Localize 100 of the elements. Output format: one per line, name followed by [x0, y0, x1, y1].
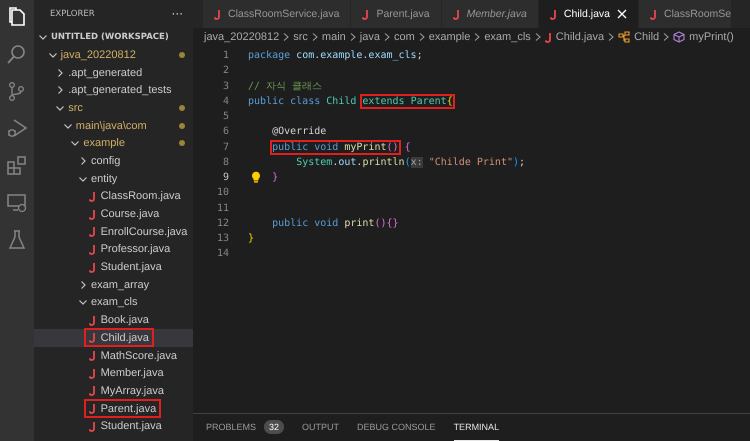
breadcrumb-item[interactable]: Child.java [544, 31, 604, 43]
folder-name: example [83, 137, 125, 150]
java-file-icon [650, 8, 658, 20]
line-number: 12 [216, 218, 229, 229]
chevron-icon [348, 32, 357, 42]
line-number: 9 [222, 172, 229, 184]
java-file-icon [88, 314, 96, 326]
breadcrumb-item[interactable]: example [428, 31, 470, 43]
code-text: // 자식 클래스 [248, 80, 322, 94]
breadcrumb-item[interactable]: main [322, 31, 346, 43]
java-file-icon [88, 385, 96, 396]
tree-item[interactable]: example [34, 134, 193, 152]
lightbulb-icon[interactable] [251, 171, 261, 183]
file-name: Parent.java [100, 402, 156, 415]
chevron-icon[interactable] [55, 85, 66, 96]
line-number: 5 [222, 111, 229, 122]
file-name: Professor.java [100, 243, 170, 256]
editor-tab[interactable]: Parent.java [351, 0, 442, 28]
tree-item[interactable]: .apt_generated_tests [34, 81, 193, 100]
code-text: @Override [272, 126, 326, 138]
breadcrumb-item[interactable]: com [394, 31, 415, 43]
folder-name: src [68, 102, 83, 114]
folder-name: entity [91, 172, 118, 185]
workspace-title[interactable]: UNTITLED (WORKSPACE) [51, 32, 169, 42]
file-name: Student.java [100, 261, 162, 274]
panel-tab[interactable]: DEBUG CONSOLE [357, 414, 436, 441]
tree-item[interactable]: Student.java [34, 417, 193, 436]
chevron-icon [310, 32, 319, 42]
tree-item[interactable]: MathScore.java [34, 346, 193, 364]
file-name: ClassRoom.java [100, 190, 181, 202]
tree-item[interactable]: Book.java [34, 311, 193, 329]
tree-item[interactable]: main\java\com [34, 116, 193, 134]
tree-item[interactable]: Child.java [34, 329, 193, 347]
chevron-icon [418, 32, 426, 42]
tree-item[interactable]: exam_array [34, 276, 193, 294]
panel-tab[interactable]: TERMINAL [454, 414, 500, 441]
folder-name: .apt_generated_tests [68, 84, 172, 96]
editor-tab[interactable]: Child.java [538, 0, 640, 28]
tree-item[interactable]: exam_cls [34, 294, 193, 312]
breadcrumb-item[interactable]: java_20220812 [204, 31, 280, 43]
tree-item[interactable]: MyArray.java [34, 382, 193, 400]
chevron-icon[interactable] [55, 68, 66, 78]
tree-item[interactable]: .apt_generated [34, 64, 193, 82]
java-file-icon [88, 350, 96, 362]
java-file-icon [362, 8, 370, 20]
chevron-icon[interactable] [78, 297, 88, 308]
panel-tab[interactable]: PROBLEMS 32 [206, 414, 284, 441]
panel-tab[interactable]: OUTPUT [302, 414, 340, 441]
tree-item[interactable]: java_20220812 [34, 46, 193, 64]
tree-item[interactable]: Student.java [34, 258, 193, 276]
tree-item[interactable]: EnrollCourse.java [34, 222, 193, 241]
tree-item[interactable]: entity [34, 170, 193, 188]
breadcrumb-item[interactable]: src [293, 31, 308, 43]
editor-tab[interactable]: Member.java [442, 0, 539, 28]
tree-item[interactable]: Course.java [34, 205, 193, 223]
line-number: 4 [222, 96, 229, 107]
chevron-icon [662, 32, 670, 42]
tree-item[interactable]: Member.java [34, 364, 193, 382]
tree-item[interactable]: Parent.java [34, 400, 193, 418]
line-number: 10 [216, 187, 229, 198]
count-badge: 32 [264, 420, 284, 434]
editor-tab[interactable]: ClassRoomSe [639, 0, 732, 28]
close-icon[interactable] [617, 9, 628, 19]
chevron-icon[interactable] [38, 32, 48, 42]
breadcrumb-item[interactable]: java [360, 31, 380, 43]
breadcrumb-item[interactable]: exam_cls [484, 31, 531, 43]
java-file-icon [88, 262, 96, 273]
file-name: EnrollCourse.java [100, 226, 188, 238]
line-number: 13 [216, 233, 229, 244]
java-file-icon [544, 32, 552, 42]
extensions-icon[interactable] [5, 154, 29, 178]
chevron-icon[interactable] [78, 280, 88, 290]
chevron-icon[interactable] [78, 156, 88, 166]
chevron-icon [473, 32, 482, 42]
tree-item[interactable]: ClassRoom.java [34, 188, 193, 206]
chevron-icon [534, 32, 542, 42]
file-name: Course.java [100, 208, 160, 220]
cube-icon [673, 31, 686, 43]
tree-item[interactable]: Professor.java [34, 240, 193, 258]
line-number: 2 [222, 65, 229, 76]
breadcrumb-item[interactable]: Child [618, 31, 660, 43]
code-text: } [272, 172, 278, 184]
more-button[interactable]: ··· [172, 7, 183, 21]
code-text: public class Child [248, 96, 358, 107]
java-file-icon [88, 190, 96, 202]
folder-name: exam_cls [91, 296, 138, 308]
java-file-icon [88, 226, 96, 238]
code-text: } [248, 233, 254, 244]
code-text: System.out.println(x: "Childe Print"); [296, 156, 526, 168]
breadcrumb-item[interactable]: myPrint() [673, 31, 734, 43]
tree-item[interactable]: config [34, 152, 193, 170]
tree-item[interactable]: src [34, 99, 193, 117]
line-number: 14 [216, 248, 229, 260]
java-file-icon [452, 8, 460, 20]
editor-tab[interactable]: ClassRoomService.java [203, 0, 352, 28]
chevron-icon[interactable] [70, 138, 80, 148]
java-file-icon [214, 8, 221, 20]
highlight-box: extends Parent{ [360, 94, 455, 109]
code-text: { [404, 142, 411, 153]
line-number: 1 [222, 50, 229, 62]
